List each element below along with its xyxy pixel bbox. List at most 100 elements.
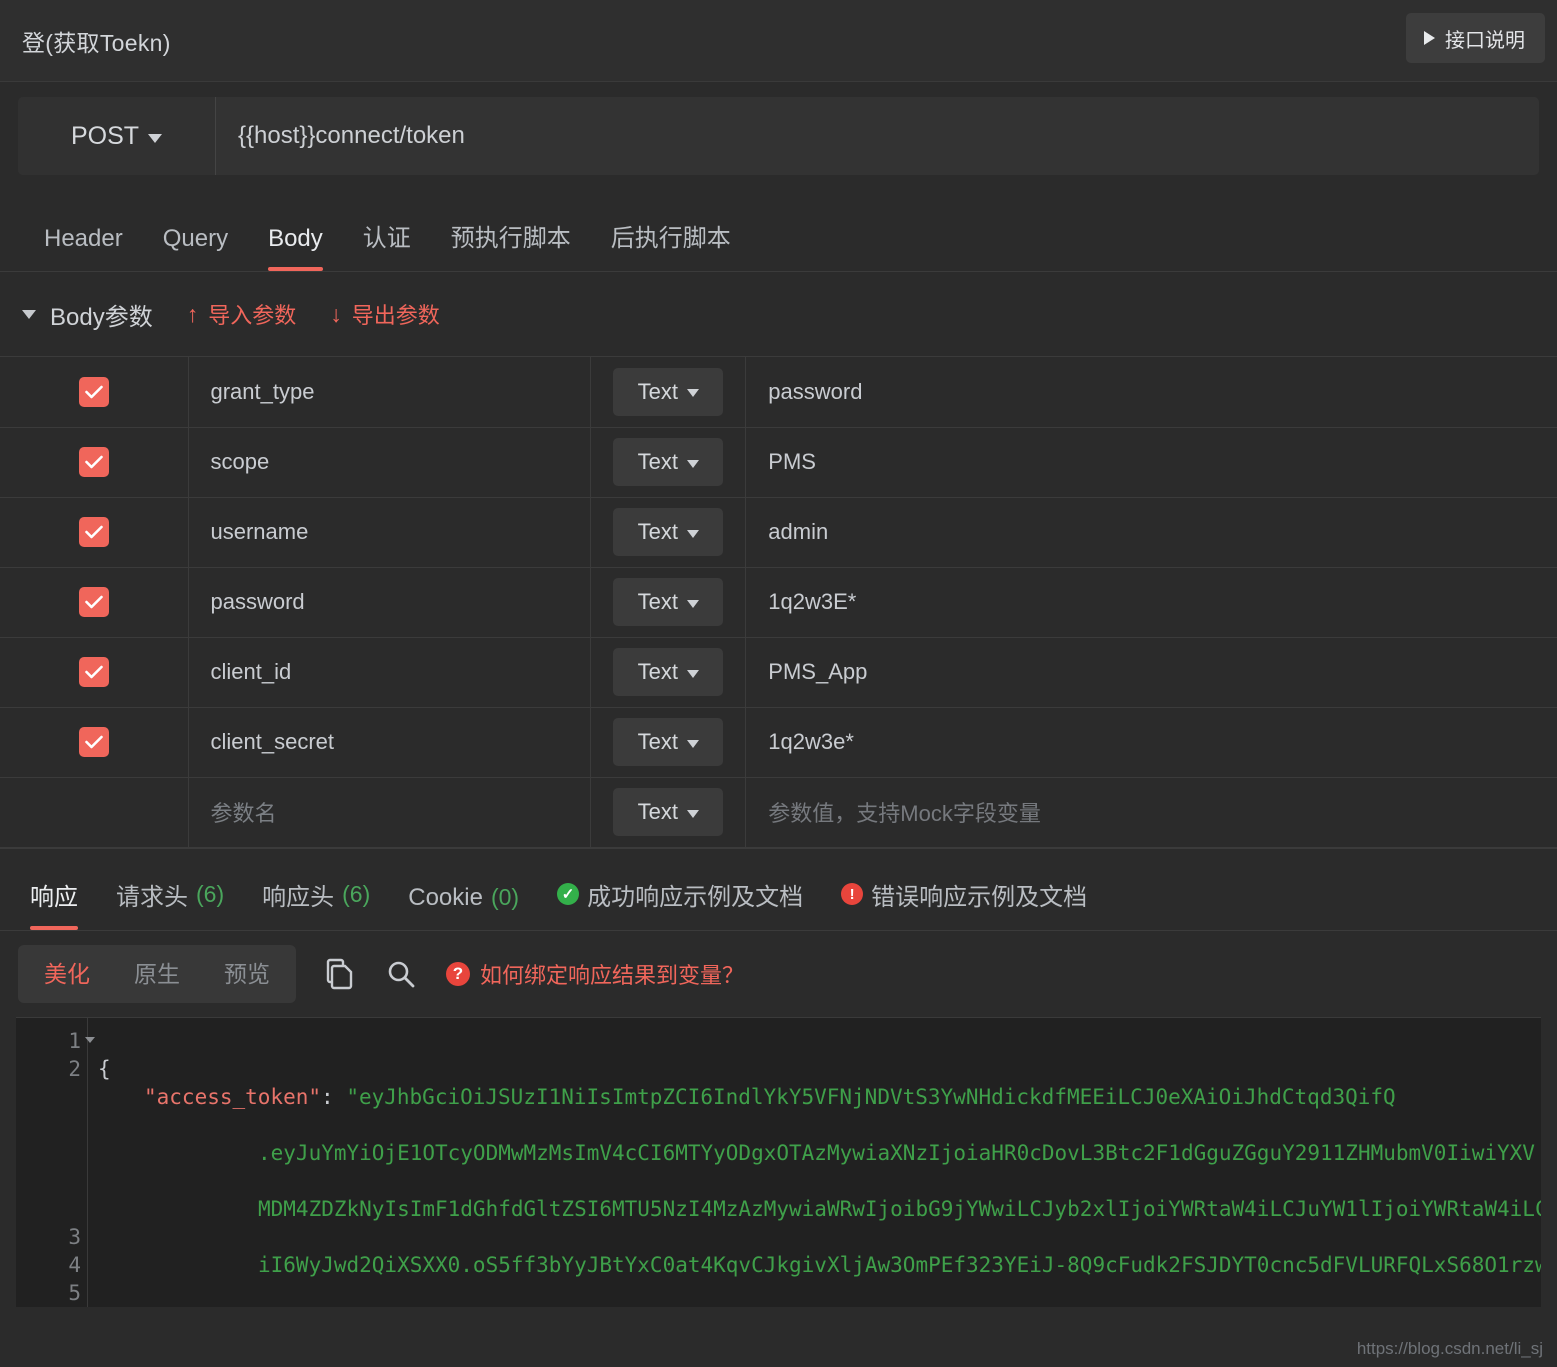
row-enable-checkbox[interactable] — [79, 657, 109, 687]
copy-icon[interactable] — [326, 958, 356, 990]
editor-code-area[interactable]: { "access_token": "eyJhbGciOiJSUzI1NiIsI… — [88, 1018, 1541, 1307]
param-type-label: Text — [638, 589, 678, 615]
exclamation-circle-icon: ! — [841, 883, 863, 905]
arrow-up-icon: ↑ — [187, 303, 199, 326]
chevron-down-icon — [687, 600, 699, 608]
line-number: 3 — [68, 1225, 81, 1249]
check-icon — [85, 455, 103, 469]
response-viewer-toolbar: 美化 原生 预览 ? 如何绑定响应结果到变量？ — [0, 931, 1557, 1017]
api-doc-button[interactable]: 接口说明 — [1406, 13, 1545, 63]
tab-body[interactable]: Body — [268, 225, 323, 271]
tab-cookie-count: (0) — [491, 884, 519, 911]
tab-pre-script[interactable]: 预执行脚本 — [451, 218, 571, 271]
row-enable-checkbox[interactable] — [79, 587, 109, 617]
table-row: scope Text PMS — [0, 427, 1557, 497]
param-value-input[interactable]: admin — [768, 519, 828, 544]
http-method-label: POST — [71, 122, 139, 151]
export-params-button[interactable]: ↓ 导出参数 — [330, 298, 440, 330]
body-param-toolbar: Body参数 ↑ 导入参数 ↓ 导出参数 — [0, 272, 1557, 357]
check-icon — [85, 735, 103, 749]
chevron-down-icon — [687, 389, 699, 397]
param-value-input[interactable]: 1q2w3E* — [768, 589, 856, 614]
new-param-name-input[interactable]: 参数名 — [211, 801, 277, 826]
body-params-title: Body参数 — [50, 297, 153, 332]
param-name-input[interactable]: grant_type — [211, 379, 315, 404]
row-enable-checkbox[interactable] — [79, 447, 109, 477]
import-params-label: 导入参数 — [208, 298, 296, 330]
table-row: password Text 1q2w3E* — [0, 567, 1557, 637]
import-params-button[interactable]: ↑ 导入参数 — [187, 298, 297, 330]
param-value-input[interactable]: 1q2w3e* — [768, 729, 854, 754]
tab-response-headers[interactable]: 响应头 (6) — [262, 877, 370, 930]
tab-post-script[interactable]: 后执行脚本 — [611, 218, 731, 271]
body-params-table: grant_type Text password scope — [0, 357, 1557, 848]
code-value-access-token-3: MDM4ZDZkNyIsImF1dGhfdGltZSI6MTU5NzI4MzAz… — [258, 1197, 1541, 1221]
param-name-input[interactable]: username — [211, 519, 309, 544]
row-enable-checkbox[interactable] — [79, 727, 109, 757]
request-url-bar: POST {{host}}connect/token — [0, 82, 1557, 190]
tab-response-headers-label: 响应头 — [262, 877, 334, 912]
row-enable-checkbox[interactable] — [79, 377, 109, 407]
param-name-input[interactable]: password — [211, 589, 305, 614]
view-mode-raw[interactable]: 原生 — [112, 945, 202, 1003]
param-type-label: Text — [638, 379, 678, 405]
new-param-value-input[interactable]: 参数值，支持Mock字段变量 — [768, 801, 1041, 826]
check-icon — [85, 595, 103, 609]
line-number: 1 — [68, 1029, 81, 1053]
page-title: 登(获取Toekn) — [22, 24, 171, 58]
param-value-input[interactable]: PMS — [768, 449, 816, 474]
check-circle-icon: ✓ — [557, 883, 579, 905]
tab-auth[interactable]: 认证 — [363, 218, 411, 271]
param-type-select[interactable]: Text — [613, 368, 723, 416]
view-mode-segmented-control: 美化 原生 预览 — [18, 945, 296, 1003]
export-params-label: 导出参数 — [352, 298, 440, 330]
tab-success-example[interactable]: ✓ 成功响应示例及文档 — [557, 877, 803, 930]
body-params-collapse-toggle[interactable]: Body参数 — [22, 297, 153, 332]
chevron-down-icon — [687, 810, 699, 818]
param-name-input[interactable]: client_id — [211, 659, 292, 684]
tab-request-headers[interactable]: 请求头 (6) — [116, 877, 224, 930]
tab-response[interactable]: 响应 — [30, 877, 78, 930]
request-tabs: Header Query Body 认证 预执行脚本 后执行脚本 — [0, 190, 1557, 272]
code-line-access-token: "access_token": "eyJhbGciOiJSUzI1NiIsImt… — [98, 1083, 1541, 1111]
code-open-brace: { — [98, 1057, 111, 1081]
fold-arrow-icon[interactable] — [85, 1037, 95, 1043]
check-icon — [85, 385, 103, 399]
tab-query[interactable]: Query — [163, 225, 228, 271]
tab-request-headers-label: 请求头 — [116, 877, 188, 912]
http-method-select[interactable]: POST — [18, 97, 216, 175]
bind-response-help-link[interactable]: ? 如何绑定响应结果到变量？ — [446, 958, 744, 990]
tab-response-headers-count: (6) — [342, 881, 370, 908]
code-key-access-token: "access_token" — [144, 1085, 321, 1109]
tab-request-headers-count: (6) — [196, 881, 224, 908]
url-input[interactable]: {{host}}connect/token — [216, 97, 1539, 175]
tab-cookie-label: Cookie — [408, 884, 483, 912]
view-mode-preview[interactable]: 预览 — [202, 945, 292, 1003]
code-value-access-token-2: .eyJuYmYiOjE1OTcyODMwMzMsImV4cCI6MTYyODg… — [258, 1141, 1535, 1165]
row-enable-checkbox[interactable] — [79, 517, 109, 547]
search-icon[interactable] — [386, 959, 416, 989]
api-header: 登(获取Toekn) 接口说明 — [0, 0, 1557, 82]
tab-header[interactable]: Header — [44, 225, 123, 271]
param-value-input[interactable]: PMS_App — [768, 659, 867, 684]
param-type-select[interactable]: Text — [613, 508, 723, 556]
param-type-select[interactable]: Text — [613, 578, 723, 626]
param-name-input[interactable]: scope — [211, 449, 270, 474]
response-code-editor[interactable]: 1 2 3 4 5 { "access_token": "eyJhbGciOiJ… — [16, 1017, 1541, 1307]
tab-cookie[interactable]: Cookie (0) — [408, 884, 519, 930]
chevron-down-icon — [148, 134, 162, 143]
param-type-select[interactable]: Text — [613, 648, 723, 696]
line-number: 2 — [68, 1057, 81, 1081]
view-mode-beautify[interactable]: 美化 — [22, 945, 112, 1003]
param-type-select[interactable]: Text — [613, 438, 723, 486]
new-param-type-select[interactable]: Text — [613, 788, 723, 836]
param-value-input[interactable]: password — [768, 379, 862, 404]
param-type-select[interactable]: Text — [613, 718, 723, 766]
response-tabs: 响应 请求头 (6) 响应头 (6) Cookie (0) ✓ 成功响应示例及文… — [0, 848, 1557, 931]
tab-error-example[interactable]: ! 错误响应示例及文档 — [841, 877, 1087, 930]
table-row-empty: 参数名 Text 参数值，支持Mock字段变量 — [0, 777, 1557, 847]
play-triangle-icon — [1424, 31, 1435, 45]
param-type-label: Text — [638, 659, 678, 685]
param-name-input[interactable]: client_secret — [211, 729, 335, 754]
line-number: 5 — [68, 1281, 81, 1305]
